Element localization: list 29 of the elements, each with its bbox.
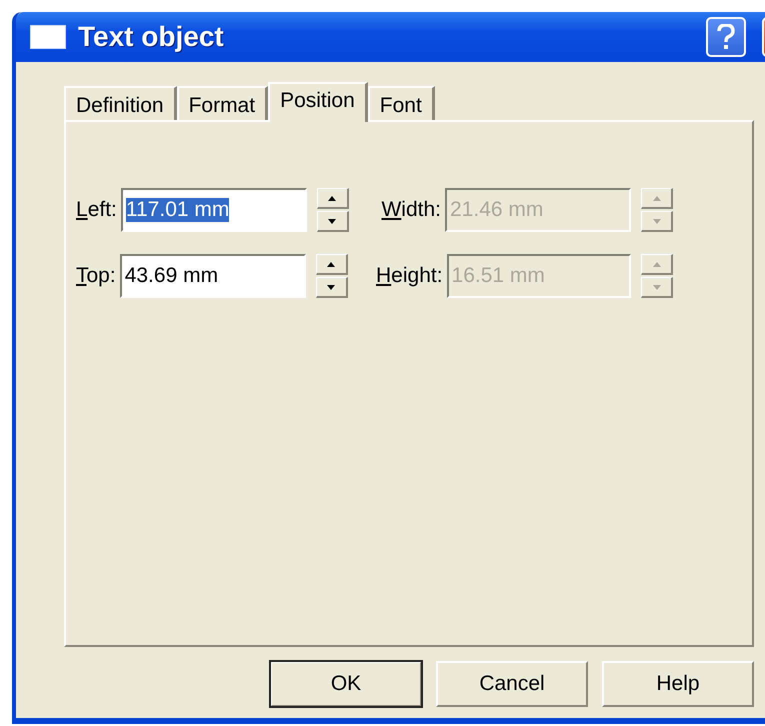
dialog-button[interactable]: Help <box>602 661 754 707</box>
window-title: Text object <box>78 21 225 53</box>
input-field[interactable]: 43.69 mm <box>120 254 306 298</box>
triangle-icon <box>652 218 660 224</box>
triangle-icon <box>652 284 661 290</box>
triangle-icon <box>327 262 336 266</box>
spin-up-button[interactable] <box>316 188 349 209</box>
field-label: Height: <box>376 264 443 288</box>
triangle-icon <box>328 218 336 224</box>
window-icon <box>30 25 66 49</box>
field-label: Width: <box>381 198 441 222</box>
input-field[interactable]: 117.01 mm <box>120 188 307 232</box>
tab[interactable]: Definition <box>64 86 177 120</box>
triangle-icon <box>327 284 336 290</box>
question-mark-icon <box>717 24 735 50</box>
triangle-icon <box>652 196 660 200</box>
spin-up-button[interactable] <box>316 254 348 275</box>
tab[interactable]: Format <box>176 86 268 120</box>
dialog-button[interactable]: OK <box>270 661 422 707</box>
triangle-icon <box>652 262 661 266</box>
field-label: Left: <box>76 198 117 222</box>
tab[interactable]: Font <box>368 86 435 120</box>
field-label: Top: <box>76 264 116 288</box>
spin-down-button[interactable] <box>316 211 349 232</box>
help-button[interactable] <box>706 17 746 57</box>
dialog-button[interactable]: Cancel <box>436 661 588 707</box>
tab[interactable]: Position <box>268 82 368 122</box>
spin-down-button[interactable] <box>316 277 348 298</box>
triangle-icon <box>328 196 336 200</box>
